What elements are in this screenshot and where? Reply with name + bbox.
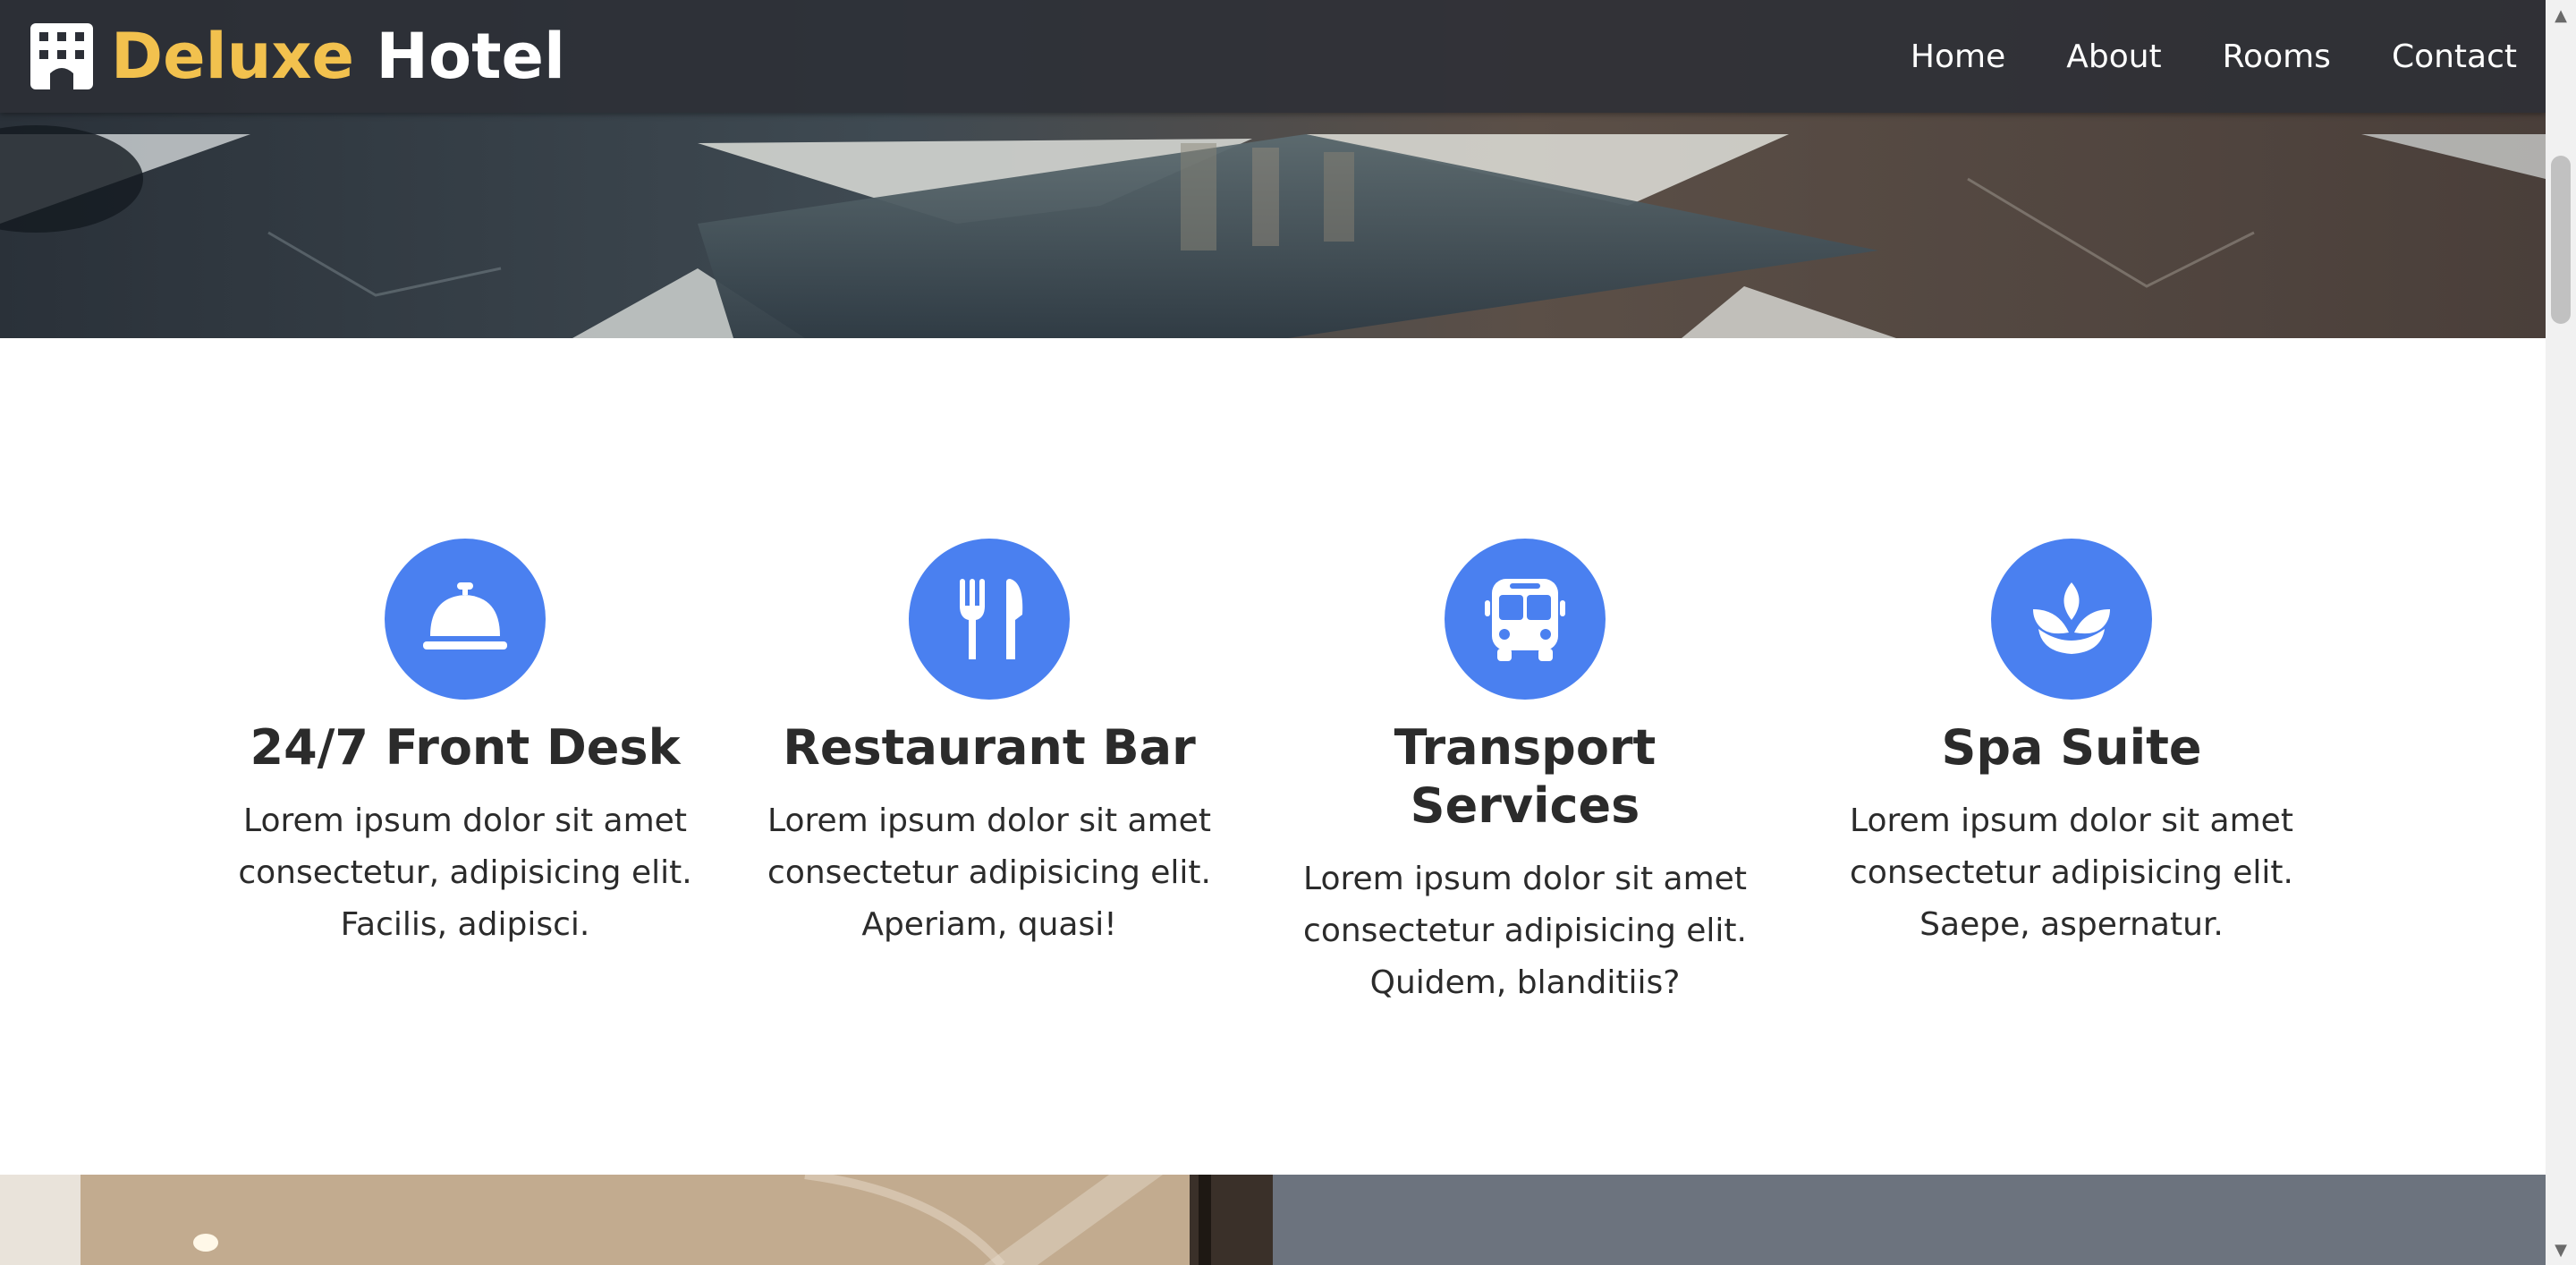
brand-name: Deluxe Hotel	[111, 25, 565, 88]
navbar: Deluxe Hotel Home About Rooms Contact	[0, 0, 2546, 113]
service-title: Spa Suite	[1941, 719, 2202, 776]
service-description: Lorem ipsum dolor sit amet consectetur a…	[1850, 802, 2293, 943]
service-description: Lorem ipsum dolor sit amet consectetur a…	[1303, 860, 1747, 1001]
about-panel	[1273, 1175, 2546, 1265]
service-card-restaurant: Restaurant Bar Lorem ipsum dolor sit ame…	[739, 539, 1240, 951]
bus-icon	[1445, 539, 1606, 700]
service-title: Transport Services	[1394, 719, 1657, 834]
nav-link-contact[interactable]: Contact	[2392, 38, 2517, 75]
about-preview-section	[0, 1175, 2546, 1265]
concierge-bell-icon	[385, 539, 546, 700]
brand-word-hotel: Hotel	[376, 20, 566, 93]
service-description: Lorem ipsum dolor sit amet consectetur, …	[238, 802, 692, 943]
lobby-image	[0, 1175, 1273, 1265]
service-card-front-desk: 24/7 Front Desk Lorem ipsum dolor sit am…	[215, 539, 716, 951]
service-title: Restaurant Bar	[783, 719, 1196, 776]
scroll-up-arrow-icon[interactable]: ▲	[2546, 0, 2576, 30]
nav-link-about[interactable]: About	[2066, 38, 2161, 75]
spa-icon	[1991, 539, 2152, 700]
brand-word-deluxe: Deluxe	[111, 20, 355, 93]
service-title: 24/7 Front Desk	[250, 719, 681, 776]
services-section: 24/7 Front Desk Lorem ipsum dolor sit am…	[0, 338, 2546, 1175]
nav-link-rooms[interactable]: Rooms	[2223, 38, 2331, 75]
nav-links: Home About Rooms Contact	[1911, 0, 2546, 113]
scroll-down-arrow-icon[interactable]: ▼	[2546, 1235, 2576, 1265]
brand-logo[interactable]: Deluxe Hotel	[29, 16, 565, 97]
hotel-building-icon	[30, 23, 93, 89]
page-scrollbar[interactable]: ▲ ▼	[2546, 0, 2576, 1265]
nav-link-home[interactable]: Home	[1911, 38, 2005, 75]
service-card-spa: Spa Suite Lorem ipsum dolor sit amet con…	[1821, 539, 2322, 951]
scrollbar-thumb[interactable]	[2551, 156, 2571, 324]
page: Deluxe Hotel Home About Rooms Contact 24…	[0, 0, 2546, 1265]
utensils-icon	[909, 539, 1070, 700]
service-description: Lorem ipsum dolor sit amet consectetur a…	[767, 802, 1211, 943]
service-card-transport: Transport Services Lorem ipsum dolor sit…	[1275, 539, 1775, 1009]
